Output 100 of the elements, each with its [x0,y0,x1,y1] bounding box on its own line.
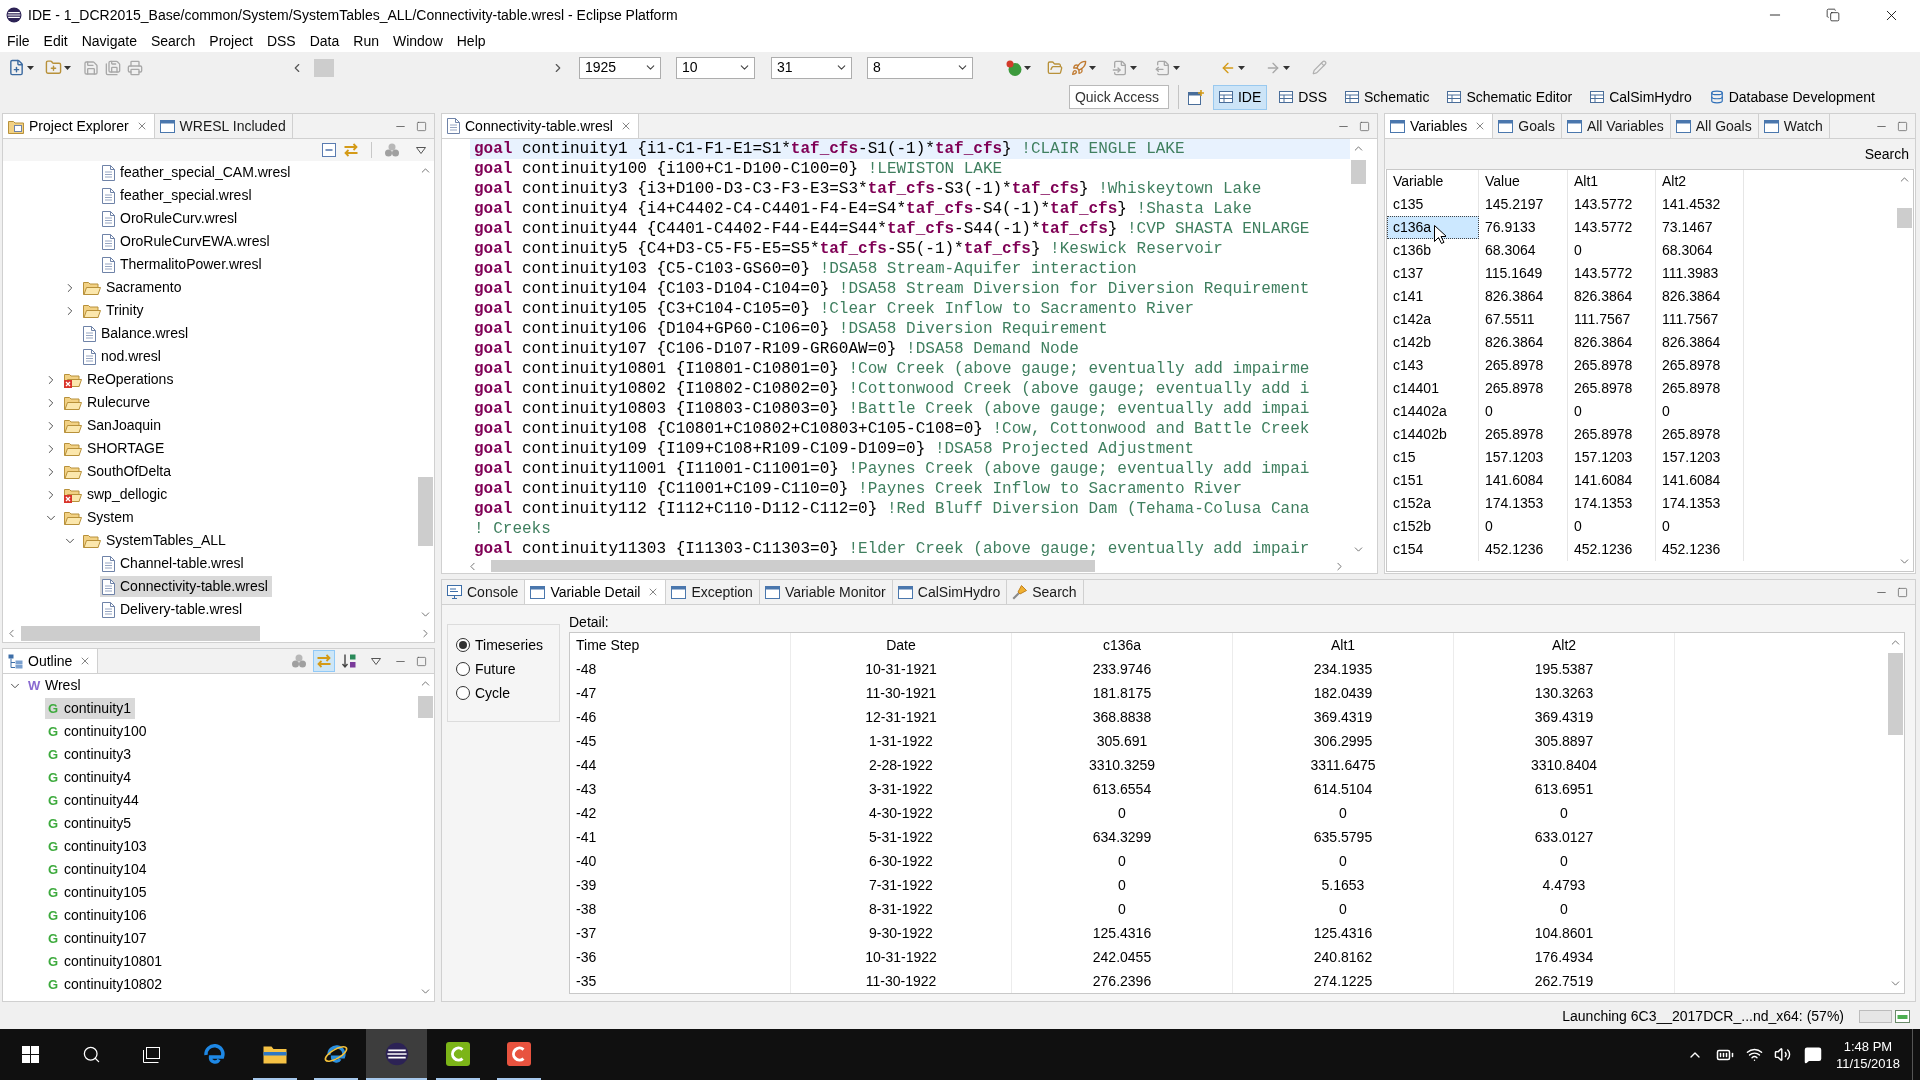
tree-item[interactable]: SHORTAGE [62,438,169,459]
perspective-button[interactable]: DSS [1273,84,1334,110]
perspective-button[interactable]: CalSimHydro [1584,84,1698,110]
caret-icon[interactable] [1024,65,1031,70]
caret-icon[interactable] [64,65,71,70]
tab[interactable]: Project Explorer [3,114,155,138]
scrollbar-thumb[interactable] [21,625,260,641]
new-file-icon[interactable] [8,59,25,76]
tab[interactable]: CalSimHydro [892,580,1008,604]
tab[interactable]: Search [1007,580,1084,604]
caret-icon[interactable] [1238,65,1245,70]
maximize-icon[interactable] [416,655,427,667]
menu-item[interactable]: Help [449,30,493,52]
tree-item[interactable]: feather_special.wresl [100,185,256,206]
tree-item[interactable]: G continuity100 [45,721,151,742]
tree-item[interactable]: G continuity104 [45,859,151,880]
perspective-button[interactable]: Schematic Editor [1441,84,1579,110]
column-header[interactable]: Alt1 [1233,633,1454,657]
radio-option[interactable]: Future [456,660,559,678]
scrollbar-thumb[interactable] [491,560,1095,572]
tab[interactable]: All Goals [1670,114,1759,138]
tree-item[interactable]: G continuity44 [45,790,143,811]
tree-item[interactable]: G continuity1 [45,698,135,719]
menu-triangle-icon[interactable] [416,146,426,154]
tree-item[interactable]: Delivery-table.wresl [100,599,247,620]
print-icon[interactable] [127,59,143,76]
progress-box-icon[interactable] [1895,1010,1910,1023]
taskbar-button[interactable] [366,1029,427,1080]
tree-item[interactable]: G continuity5 [45,813,135,834]
dropdown[interactable]: 8 [867,56,973,79]
restore-icon[interactable] [1826,8,1840,22]
column-header[interactable]: c136a [1012,633,1233,657]
tab[interactable]: Exception [666,580,760,604]
caret-icon[interactable] [1130,65,1137,70]
tree-item[interactable]: Connectivity-table.wresl [100,576,272,597]
maximize-icon[interactable] [1897,586,1908,598]
tree-item[interactable]: OroRuleCurvEWA.wresl [100,231,274,252]
tree-item[interactable]: W Wresl [26,675,85,696]
dropdown[interactable]: 10 [676,56,755,79]
save-all-icon[interactable] [105,59,121,76]
search-button[interactable]: Search [1864,143,1909,165]
maximize-icon[interactable] [416,120,427,132]
menu-item[interactable]: Run [346,30,386,52]
menu-item[interactable]: Project [202,30,260,52]
tab[interactable]: Goals [1493,114,1562,138]
dropdown[interactable]: 31 [771,56,852,79]
folder-open-icon[interactable] [1047,59,1063,76]
tree-item[interactable]: swp_dellogic [62,484,172,505]
scrollbar-thumb[interactable] [1351,160,1366,184]
two-circles-icon[interactable] [1006,59,1022,76]
column-header[interactable]: Variable [1387,170,1479,193]
tree-item[interactable]: G continuity106 [45,905,151,926]
maximize-icon[interactable] [1359,120,1370,132]
tree-item[interactable]: Rulecurve [62,392,155,413]
tree-item[interactable]: feather_special_CAM.wresl [100,162,295,183]
menu-item[interactable]: DSS [259,30,303,52]
caret-icon[interactable] [1173,65,1180,70]
tab[interactable]: Variable Monitor [759,580,893,604]
sort-icon[interactable] [341,653,357,669]
caret-icon[interactable] [27,65,34,70]
radio-option[interactable]: Timeseries [456,636,559,654]
tree-item[interactable]: G continuity3 [45,744,135,765]
perspective-button[interactable]: Database Development [1703,84,1881,110]
tree-item[interactable]: G continuity107 [45,928,151,949]
dropdown[interactable]: 1925 [579,56,661,79]
column-header[interactable]: Alt2 [1454,633,1675,657]
quick-access-field[interactable]: Quick Access [1068,85,1169,109]
search-icon[interactable] [82,1045,101,1064]
tree-item[interactable]: OroRuleCurv.wresl [100,208,242,229]
tree-item[interactable]: System [62,507,138,528]
two-arrows-icon[interactable] [343,142,359,158]
tree-item[interactable]: Channel-table.wresl [100,553,248,574]
dots-icon[interactable] [291,653,307,669]
radio-option[interactable]: Cycle [456,684,559,702]
menu-item[interactable]: Navigate [74,30,144,52]
scrollbar-thumb[interactable] [1897,208,1912,228]
tab[interactable]: All Variables [1561,114,1671,138]
tab[interactable]: Variables [1385,114,1494,138]
notification-icon[interactable] [1803,1045,1822,1064]
window-plus-icon[interactable] [1187,89,1204,105]
perspective-button[interactable]: Schematic [1339,84,1436,110]
scrollbar-thumb[interactable] [314,58,334,77]
tab[interactable]: WRESL Included [154,114,293,138]
column-header[interactable]: Alt2 [1656,170,1744,193]
perspective-button[interactable]: IDE [1212,84,1268,110]
tree-item[interactable]: G continuity103 [45,836,151,857]
column-header[interactable]: Alt1 [1568,170,1656,193]
collapse-icon[interactable] [321,142,337,158]
tab[interactable]: Connectivity-table.wresl [442,114,639,138]
column-header[interactable]: Value [1479,170,1568,193]
scrollbar-thumb[interactable] [418,477,433,546]
tab[interactable]: Outline [3,649,99,673]
scrollbar-thumb[interactable] [418,696,433,718]
tree-item[interactable]: G continuity4 [45,767,135,788]
wifi-icon[interactable] [1745,1046,1763,1063]
caret-icon[interactable] [1089,65,1096,70]
menu-item[interactable]: Search [143,30,203,52]
tree-item[interactable]: ReOperations [62,369,178,390]
tree-item[interactable]: Trinity [81,300,148,321]
menu-item[interactable]: Edit [36,30,75,52]
